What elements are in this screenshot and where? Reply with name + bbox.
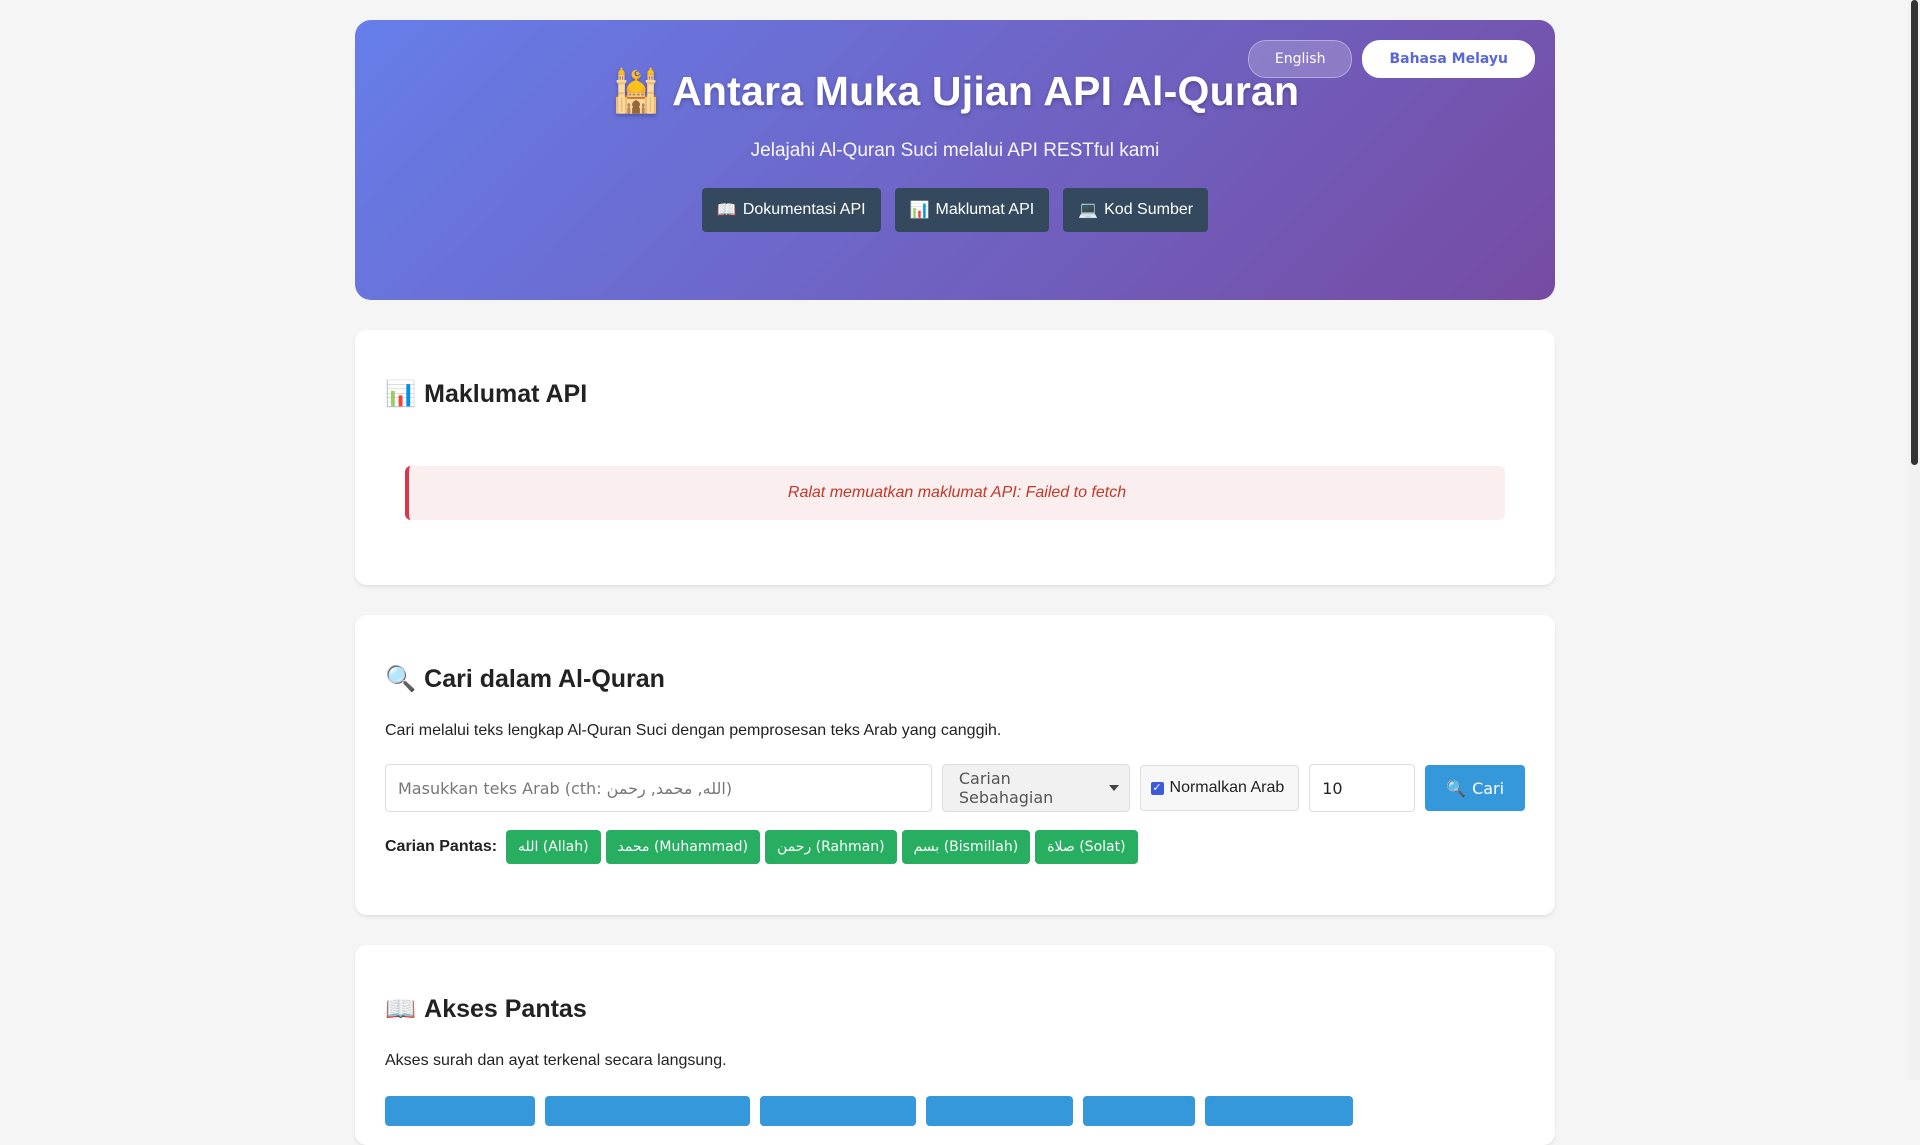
search-mode-select[interactable]: Carian Sebahagian bbox=[941, 764, 1130, 812]
quick-search-allah[interactable]: الله (Allah) bbox=[506, 830, 601, 864]
language-switcher: English Bahasa Melayu bbox=[1247, 40, 1535, 78]
search-description: Cari melalui teks lengkap Al-Quran Suci … bbox=[385, 722, 1002, 739]
hero-header: English Bahasa Melayu 🕌 Antara Muka Ujia… bbox=[355, 20, 1555, 300]
laptop-icon: 💻 bbox=[1078, 202, 1099, 219]
chart-icon: 📊 bbox=[385, 380, 417, 408]
quick-access-heading-text: Akses Pantas bbox=[424, 995, 587, 1023]
search-button[interactable]: 🔍 Cari bbox=[1425, 765, 1525, 811]
quick-access-button[interactable] bbox=[926, 1096, 1073, 1126]
page-subtitle: Jelajahi Al-Quran Suci melalui API RESTf… bbox=[750, 140, 1160, 161]
source-code-link[interactable]: 💻 Kod Sumber bbox=[1063, 188, 1209, 232]
page-container: English Bahasa Melayu 🕌 Antara Muka Ujia… bbox=[355, 20, 1555, 1145]
source-code-label: Kod Sumber bbox=[1104, 201, 1194, 218]
api-docs-link[interactable]: 📖 Dokumentasi API bbox=[701, 188, 881, 232]
search-heading: 🔍 Cari dalam Al-Quran bbox=[385, 665, 1525, 694]
search-heading-text: Cari dalam Al-Quran bbox=[424, 665, 665, 693]
normalize-arabic-label: Normalkan Arab bbox=[1169, 779, 1285, 796]
quick-access-button[interactable] bbox=[385, 1096, 535, 1126]
page-scrollbar[interactable] bbox=[1908, 0, 1920, 1080]
search-controls: Carian Sebahagian ✓ Normalkan Arab 🔍 Car… bbox=[385, 764, 1525, 812]
quick-access-button[interactable] bbox=[545, 1096, 750, 1126]
search-section: 🔍 Cari dalam Al-Quran Cari melalui teks … bbox=[355, 615, 1555, 915]
quick-access-button[interactable] bbox=[1205, 1096, 1353, 1126]
error-message: Ralat memuatkan maklumat API: Failed to … bbox=[405, 466, 1505, 520]
quick-access-button[interactable] bbox=[760, 1096, 916, 1126]
quick-access-description: Akses surah dan ayat terkenal secara lan… bbox=[385, 1052, 727, 1069]
quick-access-section: 📖 Akses Pantas Akses surah dan ayat terk… bbox=[355, 945, 1555, 1145]
quick-access-buttons bbox=[385, 1096, 1525, 1126]
book-icon: 📖 bbox=[385, 995, 417, 1023]
quick-search-row: Carian Pantas: الله (Allah) محمد (Muhamm… bbox=[385, 830, 1525, 864]
quick-access-heading: 📖 Akses Pantas bbox=[385, 995, 1525, 1024]
api-info-link[interactable]: 📊 Maklumat API bbox=[894, 188, 1050, 232]
api-info-heading: 📊 Maklumat API bbox=[385, 380, 1525, 409]
normalize-arabic-checkbox[interactable]: ✓ bbox=[1150, 781, 1164, 795]
search-button-label: Cari bbox=[1472, 778, 1505, 798]
mosque-icon: 🕌 bbox=[610, 68, 662, 114]
api-docs-label: Dokumentasi API bbox=[742, 201, 866, 218]
search-icon: 🔍 bbox=[385, 665, 417, 693]
quick-search-solat[interactable]: صلاة (Solat) bbox=[1035, 830, 1138, 864]
scrollbar-thumb[interactable] bbox=[1911, 0, 1918, 465]
language-english-button[interactable]: English bbox=[1247, 40, 1353, 78]
book-icon: 📖 bbox=[716, 202, 737, 219]
search-input[interactable] bbox=[385, 764, 932, 812]
search-mode-value: Carian Sebahagian bbox=[958, 769, 1054, 807]
chart-icon: 📊 bbox=[909, 202, 930, 219]
language-malay-button[interactable]: Bahasa Melayu bbox=[1362, 40, 1535, 78]
quick-access-button[interactable] bbox=[1083, 1096, 1195, 1126]
quick-search-muhammad[interactable]: محمد (Muhammad) bbox=[605, 830, 761, 864]
search-icon: 🔍 bbox=[1446, 778, 1467, 798]
api-info-heading-text: Maklumat API bbox=[424, 380, 588, 408]
api-info-label: Maklumat API bbox=[935, 201, 1035, 218]
result-limit-input[interactable] bbox=[1309, 764, 1416, 812]
quick-search-bismillah[interactable]: بسم (Bismillah) bbox=[901, 830, 1031, 864]
page-title-text: Antara Muka Ujian API Al-Quran bbox=[672, 68, 1300, 114]
quick-search-label: Carian Pantas: bbox=[385, 838, 498, 855]
hero-links: 📖 Dokumentasi API 📊 Maklumat API 💻 Kod S… bbox=[355, 188, 1555, 232]
chevron-down-icon bbox=[1108, 785, 1119, 791]
normalize-arabic-option[interactable]: ✓ Normalkan Arab bbox=[1139, 765, 1300, 811]
api-info-section: 📊 Maklumat API Ralat memuatkan maklumat … bbox=[355, 330, 1555, 585]
quick-search-rahman[interactable]: رحمن (Rahman) bbox=[765, 830, 897, 864]
